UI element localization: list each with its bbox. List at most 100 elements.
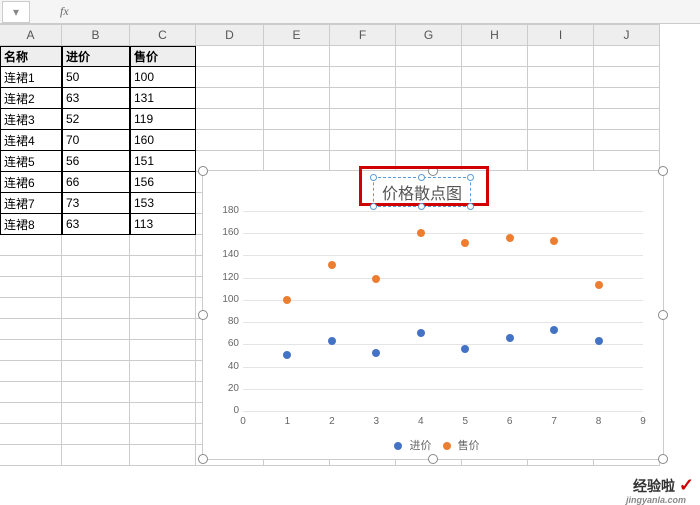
cell[interactable]	[0, 298, 62, 319]
cell[interactable]: 63	[62, 214, 130, 235]
cell[interactable]	[62, 361, 130, 382]
cell[interactable]	[330, 109, 396, 130]
cell[interactable]	[462, 46, 528, 67]
cell[interactable]	[0, 277, 62, 298]
cell[interactable]	[594, 151, 660, 172]
cell[interactable]	[196, 130, 264, 151]
resize-handle[interactable]	[658, 454, 668, 464]
cell[interactable]	[62, 256, 130, 277]
cell[interactable]	[396, 67, 462, 88]
title-handle[interactable]	[467, 174, 474, 181]
resize-handle[interactable]	[658, 310, 668, 320]
resize-handle[interactable]	[658, 166, 668, 176]
cell[interactable]: 售价	[130, 46, 196, 67]
dropdown-button[interactable]: ▾	[2, 1, 30, 23]
cell[interactable]	[130, 235, 196, 256]
title-handle[interactable]	[370, 203, 377, 210]
cell[interactable]: 131	[130, 88, 196, 109]
cell[interactable]: 100	[130, 67, 196, 88]
cell[interactable]: 66	[62, 172, 130, 193]
cell[interactable]	[594, 109, 660, 130]
resize-handle[interactable]	[198, 166, 208, 176]
cell[interactable]	[264, 151, 330, 172]
cell[interactable]	[0, 424, 62, 445]
cell[interactable]	[130, 445, 196, 466]
cell[interactable]	[462, 67, 528, 88]
cell[interactable]: 156	[130, 172, 196, 193]
column-header[interactable]: D	[196, 24, 264, 46]
cell[interactable]: 113	[130, 214, 196, 235]
cell[interactable]: 连裙2	[0, 88, 62, 109]
cell[interactable]	[130, 256, 196, 277]
cell[interactable]	[396, 88, 462, 109]
cell[interactable]	[594, 46, 660, 67]
cell[interactable]	[62, 235, 130, 256]
cell[interactable]	[594, 130, 660, 151]
cell[interactable]	[528, 88, 594, 109]
cell[interactable]	[196, 88, 264, 109]
cell[interactable]	[330, 88, 396, 109]
cell[interactable]	[330, 46, 396, 67]
column-header[interactable]: H	[462, 24, 528, 46]
cell[interactable]	[0, 445, 62, 466]
cell[interactable]	[62, 319, 130, 340]
resize-handle[interactable]	[428, 454, 438, 464]
cell[interactable]: 73	[62, 193, 130, 214]
cell[interactable]	[528, 151, 594, 172]
column-header[interactable]: C	[130, 24, 196, 46]
cell[interactable]	[0, 403, 62, 424]
cell[interactable]	[264, 46, 330, 67]
cell[interactable]	[462, 88, 528, 109]
cell[interactable]	[130, 424, 196, 445]
cell[interactable]	[0, 319, 62, 340]
cell[interactable]: 连裙5	[0, 151, 62, 172]
cell[interactable]: 连裙8	[0, 214, 62, 235]
cell[interactable]	[396, 109, 462, 130]
cell[interactable]	[462, 109, 528, 130]
cell[interactable]	[0, 361, 62, 382]
cell[interactable]	[0, 235, 62, 256]
title-handle[interactable]	[370, 174, 377, 181]
cell[interactable]: 63	[62, 88, 130, 109]
cell[interactable]	[130, 319, 196, 340]
cell[interactable]	[330, 151, 396, 172]
cell[interactable]	[130, 403, 196, 424]
cell[interactable]	[62, 382, 130, 403]
cell[interactable]: 连裙3	[0, 109, 62, 130]
cell[interactable]	[130, 382, 196, 403]
column-header[interactable]: I	[528, 24, 594, 46]
cell[interactable]: 52	[62, 109, 130, 130]
cell[interactable]	[62, 424, 130, 445]
cell[interactable]	[594, 88, 660, 109]
cell[interactable]	[396, 46, 462, 67]
cell[interactable]	[196, 67, 264, 88]
cell[interactable]: 连裙1	[0, 67, 62, 88]
cell[interactable]	[196, 109, 264, 130]
column-header[interactable]: F	[330, 24, 396, 46]
column-header[interactable]: J	[594, 24, 660, 46]
cell[interactable]	[130, 361, 196, 382]
cell[interactable]	[264, 109, 330, 130]
cell[interactable]: 名称	[0, 46, 62, 67]
cell[interactable]	[528, 109, 594, 130]
cell[interactable]: 连裙6	[0, 172, 62, 193]
cell[interactable]	[396, 130, 462, 151]
cell[interactable]	[528, 46, 594, 67]
cell[interactable]	[264, 88, 330, 109]
cell[interactable]	[330, 67, 396, 88]
chart-title[interactable]: 价格散点图	[373, 177, 471, 207]
cell[interactable]	[130, 277, 196, 298]
cell[interactable]	[330, 130, 396, 151]
cell[interactable]: 56	[62, 151, 130, 172]
cell[interactable]	[264, 130, 330, 151]
cell[interactable]	[528, 67, 594, 88]
cell[interactable]	[62, 445, 130, 466]
resize-handle[interactable]	[428, 166, 438, 176]
cell[interactable]: 153	[130, 193, 196, 214]
title-handle[interactable]	[418, 174, 425, 181]
cell[interactable]	[264, 67, 330, 88]
resize-handle[interactable]	[198, 454, 208, 464]
cell[interactable]	[62, 403, 130, 424]
cell[interactable]	[0, 340, 62, 361]
cell[interactable]: 50	[62, 67, 130, 88]
